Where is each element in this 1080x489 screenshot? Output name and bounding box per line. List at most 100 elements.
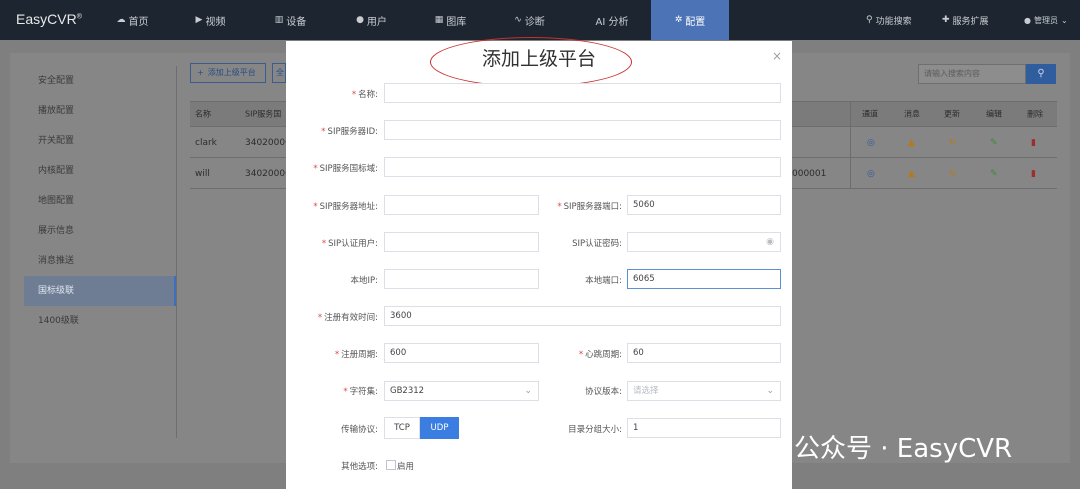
nav-video[interactable]: ▶ 视频 bbox=[183, 0, 238, 40]
top-navbar: EasyCVR® ☁ 首页 ▶ 视频 ▥ 设备 ● 用户 ▦ 图库 ∿ 诊断 AI 分析 ✲… bbox=[0, 0, 1080, 40]
transport-label: 传输协议: bbox=[341, 425, 378, 435]
sidebar-item-security[interactable]: 安全配置 bbox=[24, 66, 176, 96]
local-ip-label: 本地IP: bbox=[350, 276, 379, 286]
watermark-text: 公众号 · EasyCVR bbox=[794, 434, 1013, 464]
sidebar-item-display[interactable]: 展示信息 bbox=[24, 216, 176, 246]
sidebar-item-map[interactable]: 地图配置 bbox=[24, 186, 176, 216]
sidebar-divider bbox=[176, 66, 177, 438]
edit-icon[interactable]: ✎ bbox=[990, 169, 998, 179]
protocol-version-label: 协议版本: bbox=[585, 387, 622, 397]
transport-tcp-option[interactable]: TCP bbox=[384, 417, 420, 439]
channel-icon[interactable]: ◎ bbox=[867, 169, 875, 179]
sidebar-item-kernel[interactable]: 内核配置 bbox=[24, 156, 176, 186]
local-port-input[interactable]: 6065 bbox=[627, 269, 781, 289]
gear-icon: ✲ bbox=[674, 15, 683, 25]
user-icon: ● bbox=[1024, 15, 1031, 25]
sip-port-input[interactable]: 5060 bbox=[627, 195, 781, 215]
row-extra: 000001 bbox=[792, 168, 827, 179]
plus-icon: + bbox=[197, 68, 204, 77]
protocol-version-select[interactable]: 请选择 ⌄ bbox=[627, 381, 781, 401]
bell-icon[interactable]: ▲ bbox=[908, 169, 915, 179]
enable-checkbox[interactable] bbox=[386, 460, 396, 470]
gallery-icon: ▦ bbox=[434, 15, 444, 25]
catalog-size-label: 目录分组大小: bbox=[568, 425, 622, 435]
close-icon[interactable]: × bbox=[772, 49, 782, 63]
add-platform-button[interactable]: + 添加上级平台 bbox=[190, 63, 266, 83]
user-menu[interactable]: ● 管理员 ⌄ bbox=[1024, 0, 1068, 40]
nav-user[interactable]: ● 用户 bbox=[344, 0, 399, 40]
operations-column-divider bbox=[850, 101, 851, 189]
puzzle-icon: ✚ bbox=[942, 15, 950, 25]
sip-domain-label: * SIP服务国标域: bbox=[313, 164, 378, 174]
column-header-update: 更新 bbox=[944, 109, 960, 119]
sidebar-item-playback[interactable]: 播放配置 bbox=[24, 96, 176, 126]
reg-valid-input[interactable]: 3600 bbox=[384, 306, 781, 326]
nav-ai[interactable]: AI 分析 bbox=[582, 0, 642, 40]
trash-icon[interactable]: ▮ bbox=[1031, 169, 1036, 179]
refresh-icon[interactable]: ↻ bbox=[949, 169, 957, 179]
refresh-icon[interactable]: ↻ bbox=[949, 138, 957, 148]
enable-checkbox-label: 启用 bbox=[397, 462, 415, 472]
secondary-button[interactable]: 全 bbox=[272, 63, 286, 83]
sip-port-label: * SIP服务器端口: bbox=[557, 202, 622, 212]
heartbeat-label: * 心跳周期: bbox=[578, 350, 622, 360]
sidebar-item-switch[interactable]: 开关配置 bbox=[24, 126, 176, 156]
sip-id-label: * SIP服务器ID: bbox=[321, 127, 378, 137]
add-platform-dialog: 添加上级平台 × * 名称: * SIP服务器ID: * SIP服务国标域: * SIP… bbox=[286, 37, 792, 489]
name-input[interactable] bbox=[384, 83, 781, 103]
title-highlight-ellipse bbox=[430, 37, 632, 87]
search-button[interactable]: ⚲ bbox=[1026, 64, 1056, 84]
nav-device[interactable]: ▥ 设备 bbox=[263, 0, 318, 40]
trash-icon[interactable]: ▮ bbox=[1031, 138, 1036, 148]
sip-id-input[interactable] bbox=[384, 120, 781, 140]
reg-period-label: * 注册周期: bbox=[334, 350, 378, 360]
search-input[interactable]: 请输入搜索内容 bbox=[918, 64, 1026, 84]
row-sip: 34020000 bbox=[245, 168, 291, 179]
heartbeat-input[interactable]: 60 bbox=[627, 343, 781, 363]
app-logo[interactable]: EasyCVR® bbox=[16, 11, 82, 27]
sip-user-input[interactable] bbox=[384, 232, 539, 252]
sip-password-input[interactable]: ◉ bbox=[627, 232, 781, 252]
config-sidebar: 安全配置 播放配置 开关配置 内核配置 地图配置 展示信息 消息推送 国标级联 … bbox=[24, 66, 176, 336]
user-icon: ● bbox=[356, 15, 364, 25]
sip-domain-input[interactable] bbox=[384, 157, 781, 177]
sip-addr-input[interactable] bbox=[384, 195, 539, 215]
column-header-channel: 通道 bbox=[862, 109, 878, 119]
column-header-message: 消息 bbox=[904, 109, 920, 119]
charset-label: * 字符集: bbox=[343, 387, 378, 397]
sip-password-label: SIP认证密码: bbox=[572, 239, 622, 249]
feature-search-link[interactable]: ⚲ 功能搜索 bbox=[866, 0, 912, 40]
play-icon: ▶ bbox=[195, 15, 203, 25]
local-ip-input[interactable] bbox=[384, 269, 539, 289]
transport-udp-option[interactable]: UDP bbox=[420, 417, 459, 439]
eye-icon[interactable]: ◉ bbox=[766, 233, 774, 251]
nav-gallery[interactable]: ▦ 图库 bbox=[423, 0, 478, 40]
edit-icon[interactable]: ✎ bbox=[990, 138, 998, 148]
cloud-icon: ☁ bbox=[116, 15, 126, 25]
row-name: will bbox=[195, 168, 210, 179]
trademark: ® bbox=[76, 13, 82, 21]
service-extend-link[interactable]: ✚ 服务扩展 bbox=[942, 0, 989, 40]
nav-config[interactable]: ✲ 配置 bbox=[651, 0, 729, 40]
chevron-down-icon: ⌄ bbox=[766, 386, 774, 396]
row-name: clark bbox=[195, 137, 217, 148]
bell-icon[interactable]: ▲ bbox=[908, 138, 915, 148]
sidebar-item-1400-cascade[interactable]: 1400级联 bbox=[24, 306, 176, 336]
sip-user-label: * SIP认证用户: bbox=[321, 239, 378, 249]
name-label: * 名称: bbox=[351, 90, 378, 100]
sidebar-item-gb-cascade[interactable]: 国标级联 bbox=[24, 276, 176, 306]
chevron-down-icon: ⌄ bbox=[1060, 15, 1068, 25]
reg-period-input[interactable]: 600 bbox=[384, 343, 539, 363]
charset-select[interactable]: GB2312 ⌄ bbox=[384, 381, 539, 401]
pulse-icon: ∿ bbox=[514, 15, 522, 25]
nav-home[interactable]: ☁ 首页 bbox=[105, 0, 160, 40]
device-icon: ▥ bbox=[274, 15, 284, 25]
channel-icon[interactable]: ◎ bbox=[867, 138, 875, 148]
sip-addr-label: * SIP服务器地址: bbox=[313, 202, 378, 212]
column-header-name: 名称 bbox=[195, 109, 211, 119]
sidebar-item-push[interactable]: 消息推送 bbox=[24, 246, 176, 276]
other-options-label: 其他选项: bbox=[341, 462, 378, 472]
row-sip: 34020000 bbox=[245, 137, 291, 148]
catalog-size-input[interactable]: 1 bbox=[627, 418, 781, 438]
nav-diagnose[interactable]: ∿ 诊断 bbox=[502, 0, 557, 40]
